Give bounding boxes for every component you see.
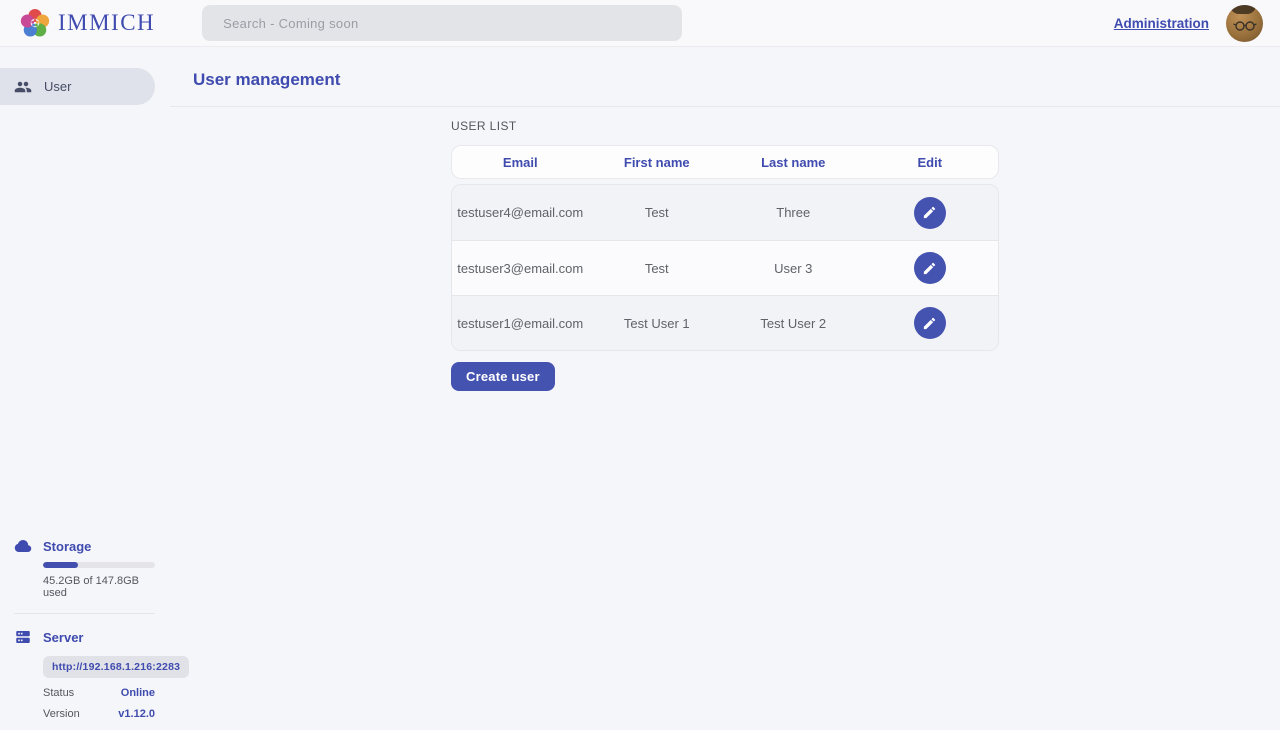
column-header-last-name: Last name xyxy=(725,155,862,170)
page-title: User management xyxy=(170,47,1280,90)
server-section: Server http://192.168.1.216:2283 Status … xyxy=(14,628,155,720)
cell-first-name: Test User 1 xyxy=(589,316,726,331)
user-table: testuser4@email.com Test Three xyxy=(451,184,999,351)
server-version-label: Version xyxy=(43,708,80,720)
sidebar-divider xyxy=(14,613,155,614)
sidebar-item-user[interactable]: User xyxy=(0,68,155,105)
edit-user-button[interactable] xyxy=(914,252,946,284)
server-title: Server xyxy=(43,630,83,645)
brand-logo-link[interactable]: IMMICH xyxy=(20,8,155,38)
server-icon xyxy=(14,628,32,646)
sidebar-item-user-label: User xyxy=(44,79,71,94)
create-user-button[interactable]: Create user xyxy=(451,362,555,391)
storage-usage-text: 45.2GB of 147.8GB used xyxy=(43,575,155,599)
brand-name: IMMICH xyxy=(58,10,155,36)
app-root: IMMICH Administration xyxy=(0,0,1280,730)
pencil-icon xyxy=(922,205,937,220)
cell-email: testuser1@email.com xyxy=(452,316,589,331)
column-header-email: Email xyxy=(452,155,589,170)
edit-user-button[interactable] xyxy=(914,307,946,339)
cell-email: testuser3@email.com xyxy=(452,261,589,276)
server-status-row: Status Online xyxy=(43,687,155,699)
column-header-edit: Edit xyxy=(862,155,999,170)
sidebar: User Storage 4 xyxy=(0,47,170,730)
cell-first-name: Test xyxy=(589,261,726,276)
column-header-first-name: First name xyxy=(589,155,726,170)
user-list-label: USER LIST xyxy=(451,119,999,133)
storage-title: Storage xyxy=(43,539,91,554)
pencil-icon xyxy=(922,261,937,276)
glasses-icon xyxy=(1233,14,1257,32)
server-status-label: Status xyxy=(43,687,74,699)
server-version-value: v1.12.0 xyxy=(118,708,155,720)
storage-progress-bar xyxy=(43,562,155,568)
server-url: http://192.168.1.216:2283 xyxy=(43,656,189,678)
server-version-row: Version v1.12.0 xyxy=(43,708,155,720)
cell-first-name: Test xyxy=(589,205,726,220)
title-divider xyxy=(170,106,1280,107)
search-input[interactable] xyxy=(202,5,682,41)
table-row: testuser3@email.com Test User 3 xyxy=(452,240,998,295)
cell-last-name: Three xyxy=(725,205,862,220)
main-content: User management USER LIST Email First na… xyxy=(170,47,1280,730)
storage-progress-fill xyxy=(43,562,78,568)
top-bar: IMMICH Administration xyxy=(0,0,1280,47)
search-bar xyxy=(202,5,682,41)
user-avatar[interactable] xyxy=(1226,5,1263,42)
pencil-icon xyxy=(922,316,937,331)
administration-link[interactable]: Administration xyxy=(1114,16,1209,31)
user-list-section: USER LIST Email First name Last name Edi… xyxy=(451,119,999,391)
immich-flower-logo-icon xyxy=(20,8,50,38)
edit-user-button[interactable] xyxy=(914,197,946,229)
table-row: testuser4@email.com Test Three xyxy=(452,185,998,240)
storage-section: Storage 45.2GB of 147.8GB used xyxy=(14,537,155,599)
server-status-value: Online xyxy=(121,687,155,699)
cloud-icon xyxy=(14,537,32,555)
cell-last-name: User 3 xyxy=(725,261,862,276)
table-row: testuser1@email.com Test User 1 Test Use… xyxy=(452,295,998,350)
table-header-row: Email First name Last name Edit xyxy=(451,145,999,179)
cell-email: testuser4@email.com xyxy=(452,205,589,220)
sidebar-status-panel: Storage 45.2GB of 147.8GB used xyxy=(0,537,170,720)
cell-last-name: Test User 2 xyxy=(725,316,862,331)
users-group-icon xyxy=(14,78,32,96)
